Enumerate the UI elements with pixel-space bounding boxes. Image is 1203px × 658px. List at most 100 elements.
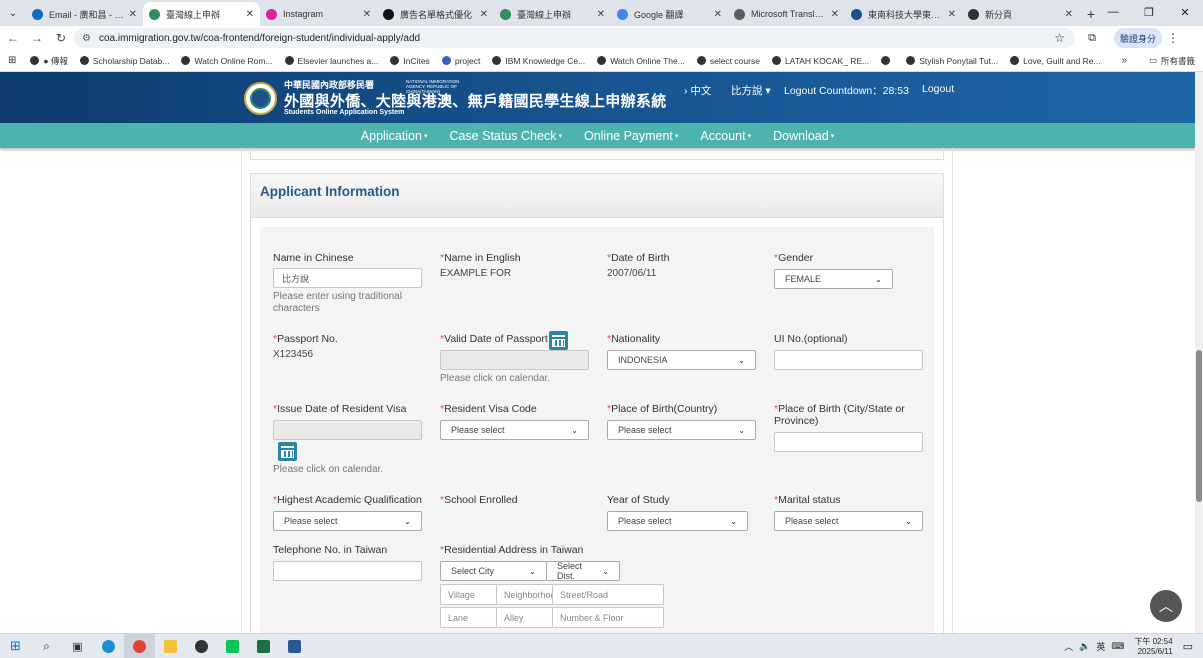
number-floor-input[interactable]: Number & Floor	[552, 607, 664, 628]
bookmark-item[interactable]: project	[441, 56, 480, 66]
ui-no-input[interactable]	[774, 350, 923, 370]
nav-download[interactable]: Download ▾	[773, 129, 834, 143]
close-icon[interactable]: ✕	[714, 9, 722, 20]
back-to-top-button[interactable]: ︿	[1150, 590, 1182, 622]
back-icon[interactable]: ←	[2, 27, 24, 49]
chrome-icon[interactable]	[124, 633, 155, 658]
volume-icon[interactable]: 🔈	[1079, 641, 1090, 652]
visa-code-select[interactable]: Please select ⌄	[440, 420, 589, 440]
extensions-icon[interactable]: ⧉	[1082, 32, 1102, 45]
nationality-select[interactable]: INDONESIA ⌄	[607, 350, 756, 370]
browser-tab[interactable]: Microsoft Translator ✕	[728, 2, 845, 26]
scrollbar-thumb[interactable]	[1196, 350, 1202, 502]
close-window-icon[interactable]: ✕	[1167, 0, 1203, 24]
gender-select[interactable]: FEMALE ⌄	[774, 269, 893, 289]
forward-icon[interactable]: →	[26, 27, 48, 49]
close-icon[interactable]: ✕	[831, 9, 839, 20]
apps-icon[interactable]: ⊞	[8, 55, 16, 66]
system-title: 外國與外僑、大陸與港澳、無戶籍國民學生線上申辦系統	[284, 93, 667, 110]
bookmark-item[interactable]	[881, 56, 894, 65]
neighborhood-input[interactable]: Neighborhood	[496, 584, 553, 605]
bookmark-item[interactable]: Stylish Ponytail Tut...	[906, 56, 998, 66]
bookmark-item[interactable]: Love, Guilt and Re...	[1010, 56, 1101, 66]
phone-input[interactable]	[273, 561, 422, 581]
all-bookmarks-button[interactable]: ▭ 所有書籤	[1149, 55, 1195, 67]
bookmark-item[interactable]: ● 傳報	[30, 55, 68, 67]
bookmark-item[interactable]: LATAH KOCAK_ RE...	[771, 56, 869, 66]
minimize-icon[interactable]: —	[1095, 0, 1131, 24]
close-icon[interactable]: ✕	[597, 9, 605, 20]
browser-tab-active[interactable]: 臺灣線上申辦 ✕	[143, 2, 260, 26]
search-icon[interactable]: ⌕	[31, 634, 62, 658]
academic-select[interactable]: Please select ⌄	[273, 511, 422, 531]
tab-search-icon[interactable]: ⌄	[0, 0, 26, 26]
bookmark-item[interactable]: Watch Online Rom...	[181, 56, 273, 66]
bookmark-item[interactable]: Scholarship Datab...	[79, 56, 169, 66]
site-info-icon[interactable]: ⚙	[82, 33, 91, 44]
reload-icon[interactable]: ↻	[50, 27, 72, 49]
visa-issue-input[interactable]	[273, 420, 422, 440]
app-icon[interactable]	[186, 634, 217, 658]
year-select[interactable]: Please select ⌄	[607, 511, 748, 531]
bookmark-item[interactable]: select course	[696, 56, 760, 66]
close-icon[interactable]: ✕	[1065, 9, 1073, 20]
word-icon[interactable]	[279, 634, 310, 658]
logout-link[interactable]: Logout	[922, 83, 954, 95]
nav-application[interactable]: Application ▾	[361, 129, 428, 143]
language-link[interactable]: › 中文	[684, 83, 711, 98]
user-menu[interactable]: 比方說 ▾	[731, 83, 771, 98]
browser-tab[interactable]: 廣告名單格式優化 ✕	[377, 2, 494, 26]
magnifier-glyph: ⌕	[43, 638, 50, 653]
line-icon[interactable]	[217, 634, 248, 658]
close-icon[interactable]: ✕	[948, 9, 956, 20]
close-icon[interactable]: ✕	[363, 9, 371, 20]
nav-online-payment[interactable]: Online Payment ▾	[584, 129, 678, 143]
street-input[interactable]: Street/Road	[552, 584, 664, 605]
browser-tab[interactable]: Instagram ✕	[260, 2, 377, 26]
chevron-right-icon[interactable]: »	[1121, 55, 1127, 66]
url-input[interactable]: ⚙ coa.immigration.gov.tw/coa-frontend/fo…	[74, 28, 1075, 48]
agency-emblem-icon[interactable]	[244, 82, 277, 115]
more-menu-icon[interactable]: ⋮	[1162, 31, 1184, 45]
address-city-select[interactable]: Select City ⌄	[440, 561, 547, 581]
chevron-up-icon[interactable]: ︿	[1064, 640, 1073, 653]
browser-tab[interactable]: 新分頁 ✕	[962, 2, 1079, 26]
browser-tab[interactable]: Google 翻譯 ✕	[611, 2, 728, 26]
clock[interactable]: 下午 02:54 2025/6/11	[1134, 637, 1172, 657]
ime-indicator[interactable]: 英	[1096, 640, 1105, 653]
excel-icon[interactable]	[248, 634, 279, 658]
village-input[interactable]: Village	[440, 584, 497, 605]
name-chinese-input[interactable]: 比方說	[273, 268, 422, 288]
close-icon[interactable]: ✕	[246, 9, 254, 20]
bookmark-item[interactable]: InCites	[390, 56, 430, 66]
verify-identity-button[interactable]: 驗證身分	[1114, 28, 1163, 48]
browser-tab[interactable]: Email - 廣和昌 - Outl ✕	[26, 2, 143, 26]
windows-start-icon[interactable]: ⊞	[0, 634, 31, 658]
calendar-icon[interactable]	[549, 331, 568, 350]
calendar-icon[interactable]	[278, 442, 297, 461]
birth-city-input[interactable]	[774, 432, 923, 452]
task-view-icon[interactable]: ▣	[62, 634, 93, 658]
close-icon[interactable]: ✕	[480, 9, 488, 20]
bookmark-item[interactable]: IBM Knowledge Ce...	[492, 56, 585, 66]
lane-input[interactable]: Lane	[440, 607, 497, 628]
bookmark-star-icon[interactable]: ☆	[1054, 31, 1065, 45]
passport-valid-input[interactable]	[440, 350, 589, 370]
nav-account[interactable]: Account ▾	[700, 129, 751, 143]
bookmark-item[interactable]: Elsevier launches a...	[284, 56, 378, 66]
nav-case-status[interactable]: Case Status Check ▾	[449, 129, 562, 143]
close-icon[interactable]: ✕	[129, 9, 137, 20]
nav-label: Application	[360, 128, 422, 143]
address-dist-select[interactable]: Select Dist. ⌄	[546, 561, 620, 581]
bookmark-item[interactable]: Watch Online The...	[597, 56, 685, 66]
maximize-icon[interactable]: ❐	[1131, 0, 1167, 24]
birth-country-select[interactable]: Please select ⌄	[607, 420, 756, 440]
marital-select[interactable]: Please select ⌄	[774, 511, 923, 531]
file-explorer-icon[interactable]	[155, 634, 186, 658]
browser-tab[interactable]: 東南科技大學東方的 ✕	[845, 2, 962, 26]
edge-icon[interactable]	[93, 634, 124, 658]
notification-icon[interactable]: ▭	[1183, 640, 1193, 653]
alley-input[interactable]: Alley	[496, 607, 553, 628]
browser-tab[interactable]: 臺灣線上申辦 ✕	[494, 2, 611, 26]
keyboard-icon[interactable]: ⌨	[1111, 641, 1124, 652]
